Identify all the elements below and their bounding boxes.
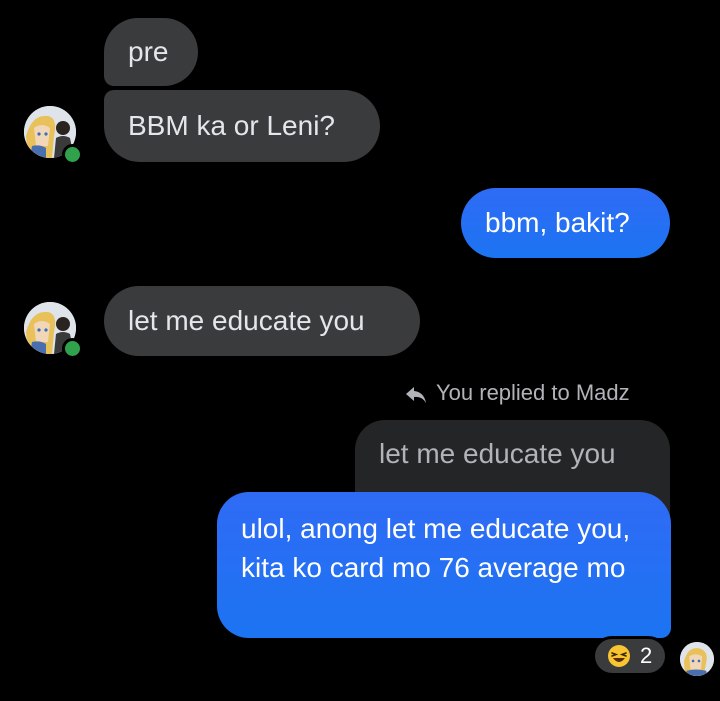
message-bubble-incoming[interactable]: pre [104,18,198,86]
reaction-count: 2 [640,643,653,668]
message-text: pre [128,36,169,67]
message-bubble-outgoing[interactable]: ulol, anong let me educate you, kita ko … [217,492,671,638]
online-status-indicator [62,144,83,165]
message-text: bbm, bakit? [485,207,630,238]
message-bubble-incoming[interactable]: BBM ka or Leni? [104,90,380,162]
seen-receipt-avatar [680,642,714,676]
laughing-emoji-icon [607,644,631,668]
message-text: ulol, anong let me educate you, kita ko … [241,513,631,583]
reply-arrow-icon [404,383,428,403]
message-bubble-incoming[interactable]: let me educate you [104,286,420,356]
reply-label-text: You replied to Madz [436,380,630,405]
message-text: BBM ka or Leni? [128,110,335,141]
message-bubble-outgoing[interactable]: bbm, bakit? [461,188,670,258]
quoted-text: let me educate you [379,438,616,469]
message-text: let me educate you [128,305,365,336]
message-reaction[interactable]: 2 [592,636,668,676]
reply-context-label: You replied to Madz [404,378,630,408]
online-status-indicator [62,338,83,359]
avatar-image-icon [680,642,714,676]
